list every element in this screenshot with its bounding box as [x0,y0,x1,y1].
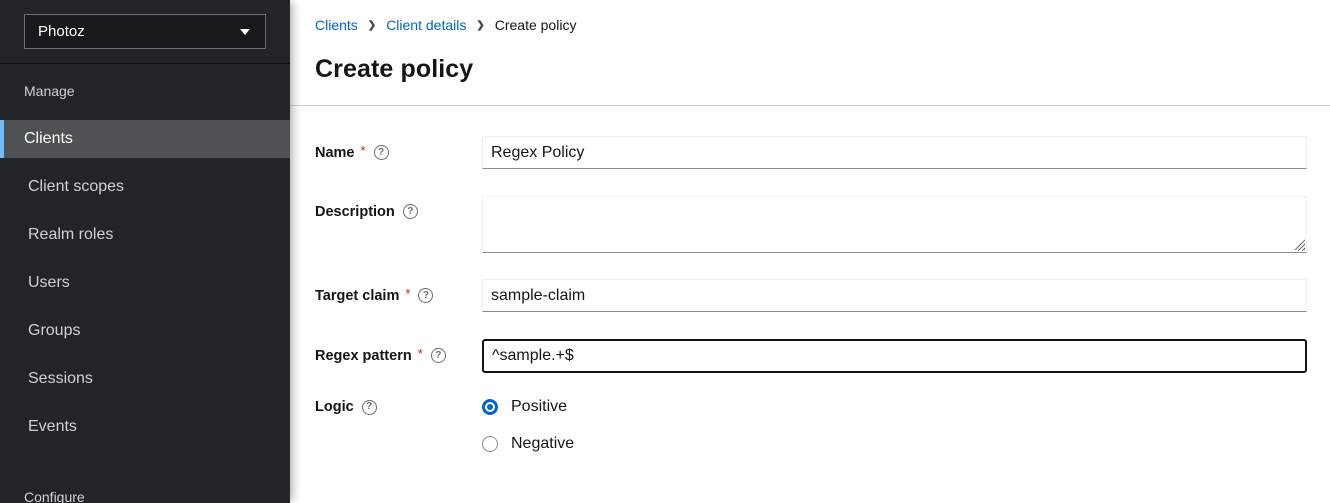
sidebar: Photoz Manage Clients Client scopes Real… [0,0,290,503]
form-row-name: Name * ? [315,136,1307,169]
create-policy-form: Name * ? Description ? [290,106,1330,453]
description-input-col [482,196,1307,253]
logic-radio-negative[interactable]: Negative [482,435,1307,453]
form-row-regex-pattern: Regex pattern * ? [315,339,1307,373]
nav-section-configure: Configure [0,489,290,503]
regex-pattern-label: Regex pattern [315,348,412,364]
logic-options-col: Positive Negative [482,398,1307,453]
description-textarea[interactable] [482,196,1307,253]
sidebar-item-groups[interactable]: Groups [0,312,290,350]
regex-pattern-input-col [482,339,1307,373]
required-asterisk: * [361,143,366,158]
chevron-right-icon: ❯ [476,18,484,34]
logic-positive-label: Positive [511,398,567,416]
logic-radio-positive[interactable]: Positive [482,398,1307,416]
form-row-target-claim: Target claim * ? [315,279,1307,312]
chevron-right-icon: ❯ [368,18,376,34]
sidebar-item-realm-roles[interactable]: Realm roles [0,216,290,254]
form-row-logic: Logic ? Positive Negative [315,398,1307,453]
content-header: Clients ❯ Client details ❯ Create policy… [290,0,1330,106]
form-row-description: Description ? [315,196,1307,253]
help-icon[interactable]: ? [418,288,433,303]
help-icon[interactable]: ? [362,400,377,415]
help-icon[interactable]: ? [431,348,446,363]
sidebar-item-users[interactable]: Users [0,264,290,302]
breadcrumb-current-page: Create policy [495,17,577,33]
breadcrumb-client-details-link[interactable]: Client details [386,17,466,33]
realm-selector-dropdown[interactable]: Photoz [24,14,266,49]
regex-pattern-label-group: Regex pattern * ? [315,339,482,372]
sidebar-item-sessions[interactable]: Sessions [0,360,290,398]
sidebar-nav-list: Clients Client scopes Realm roles Users … [0,120,290,446]
realm-selector-label: Photoz [38,23,85,40]
help-icon[interactable]: ? [403,204,418,219]
radio-unselected-icon[interactable] [482,436,498,452]
required-asterisk: * [418,346,423,361]
description-label: Description [315,204,395,220]
breadcrumb: Clients ❯ Client details ❯ Create policy [315,17,1306,33]
nav-section-manage: Manage [0,83,290,99]
name-label: Name [315,145,355,161]
target-claim-label-group: Target claim * ? [315,279,482,312]
logic-label-group: Logic ? [315,398,482,416]
main-content: Clients ❯ Client details ❯ Create policy… [290,0,1330,503]
description-label-group: Description ? [315,196,482,253]
chevron-down-icon [240,29,250,35]
regex-pattern-input[interactable] [482,339,1307,373]
page-title: Create policy [315,54,1306,84]
name-input-col [482,136,1307,169]
help-icon[interactable]: ? [374,145,389,160]
logic-negative-label: Negative [511,435,574,453]
logic-radio-group: Positive Negative [482,398,1307,453]
sidebar-item-events[interactable]: Events [0,408,290,446]
sidebar-divider [0,63,290,64]
target-claim-input[interactable] [482,279,1307,312]
name-label-group: Name * ? [315,136,482,169]
sidebar-item-clients[interactable]: Clients [0,120,290,158]
sidebar-item-client-scopes[interactable]: Client scopes [0,168,290,206]
breadcrumb-clients-link[interactable]: Clients [315,17,358,33]
target-claim-input-col [482,279,1307,312]
page: Photoz Manage Clients Client scopes Real… [0,0,1330,503]
target-claim-label: Target claim [315,288,399,304]
name-input[interactable] [482,136,1307,169]
radio-selected-icon[interactable] [482,399,498,415]
logic-label: Logic [315,399,354,415]
required-asterisk: * [405,286,410,301]
